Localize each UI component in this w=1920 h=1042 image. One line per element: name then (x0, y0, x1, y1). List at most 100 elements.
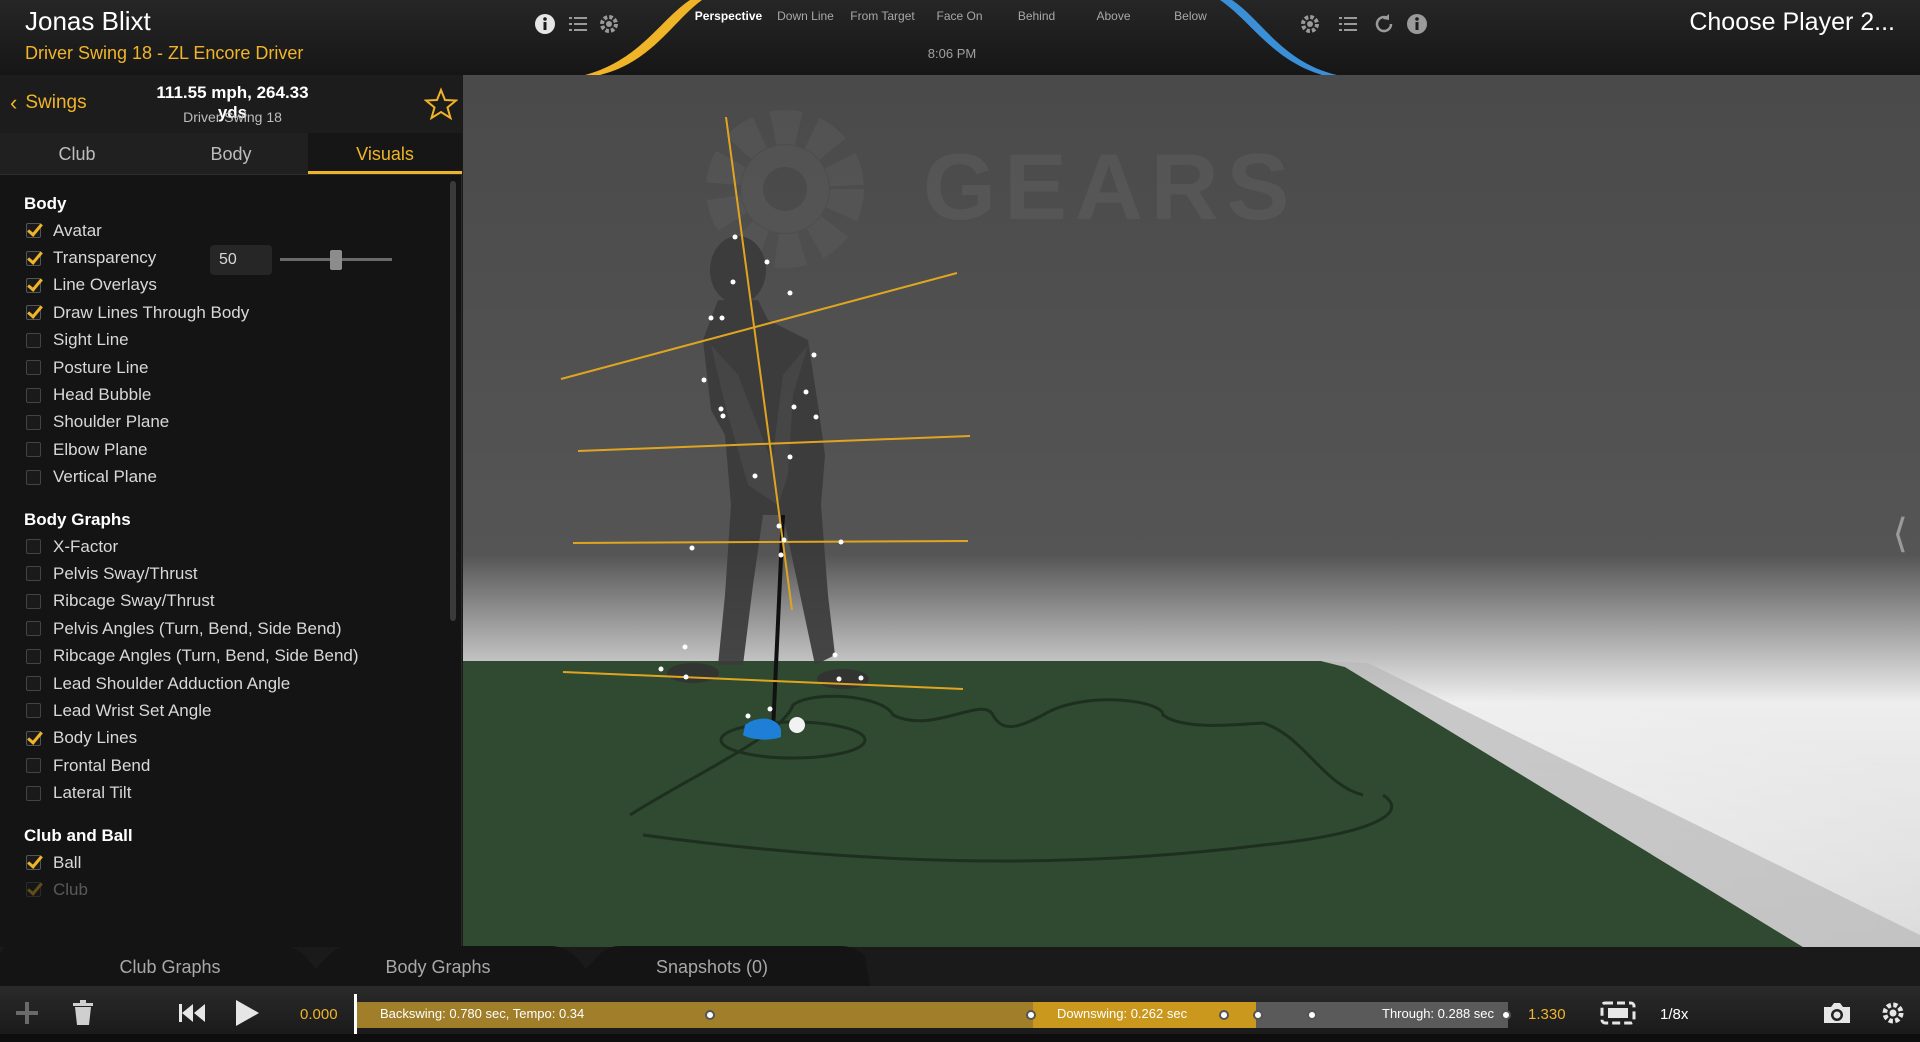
checkbox[interactable] (26, 277, 41, 293)
checkbox[interactable] (26, 442, 41, 458)
trash-icon[interactable] (66, 996, 100, 1030)
option-ribcage-sway-thrust[interactable]: Ribcage Sway/Thrust (0, 588, 450, 615)
option-pelvis-angles-turn-bend-side-bend[interactable]: Pelvis Angles (Turn, Bend, Side Bend) (0, 615, 450, 642)
backswing-segment[interactable]: Backswing: 0.780 sec, Tempo: 0.34 (356, 1002, 1033, 1028)
timeline-marker[interactable] (1253, 1010, 1263, 1020)
info-icon[interactable] (533, 12, 557, 36)
checkbox[interactable] (26, 676, 41, 692)
checkbox[interactable] (26, 387, 41, 403)
option-avatar[interactable]: Avatar (0, 217, 450, 244)
view-tab-perspective[interactable]: Perspective (690, 9, 767, 31)
option-body-lines[interactable]: Body Lines (0, 725, 450, 752)
checkbox[interactable] (26, 855, 41, 870)
option-club[interactable]: Club (0, 876, 450, 903)
bottom-strip (0, 1034, 1920, 1042)
option-label: Lead Wrist Set Angle (53, 700, 212, 720)
swing-scene[interactable]: GEARS (463, 75, 1920, 947)
camera-icon[interactable] (1820, 996, 1854, 1030)
checkbox[interactable] (26, 250, 41, 266)
playback-speed[interactable]: 1/8x (1660, 1006, 1688, 1023)
checkbox[interactable] (26, 223, 41, 239)
timeline-marker[interactable] (1026, 1010, 1036, 1020)
option-shoulder-plane[interactable]: Shoulder Plane (0, 409, 450, 436)
checkbox[interactable] (26, 648, 41, 664)
timeline-marker[interactable] (705, 1010, 715, 1020)
checkbox[interactable] (26, 414, 41, 430)
option-frontal-bend[interactable]: Frontal Bend (0, 752, 450, 779)
playhead[interactable] (354, 994, 357, 1036)
through-segment[interactable]: Through: 0.288 sec (1256, 1002, 1508, 1028)
option-transparency[interactable]: Transparency 50 (0, 244, 450, 276)
view-tab-down-line[interactable]: Down Line (767, 9, 844, 31)
swing-timeline[interactable]: Backswing: 0.780 sec, Tempo: 0.34 Downsw… (354, 994, 1511, 1036)
tab-body[interactable]: Body (154, 133, 308, 174)
option-vertical-plane[interactable]: Vertical Plane (0, 464, 450, 491)
checkbox[interactable] (26, 539, 41, 555)
option-lead-wrist-set-angle[interactable]: Lead Wrist Set Angle (0, 697, 450, 724)
sidebar-scrollbar[interactable] (450, 181, 456, 621)
back-to-swings-button[interactable]: ‹ Swings (10, 92, 87, 114)
checkbox[interactable] (26, 882, 41, 898)
option-posture-line[interactable]: Posture Line (0, 354, 450, 381)
list-icon[interactable] (566, 12, 590, 36)
option-pelvis-sway-thrust[interactable]: Pelvis Sway/Thrust (0, 560, 450, 587)
view-tab-from-target[interactable]: From Target (844, 9, 921, 31)
expand-panel-arrow[interactable]: ⟨ (1892, 511, 1908, 557)
option-head-bubble[interactable]: Head Bubble (0, 381, 450, 408)
timeline-marker[interactable] (1501, 1010, 1511, 1020)
checkbox[interactable] (26, 703, 41, 719)
view-tab-face-on[interactable]: Face On (921, 9, 998, 31)
tab-club[interactable]: Club (0, 133, 154, 174)
gears-app: Jonas Blixt Driver Swing 18 - ZL Encore … (0, 0, 1920, 1042)
option-elbow-plane[interactable]: Elbow Plane (0, 436, 450, 463)
option-ball[interactable]: Ball (0, 849, 450, 876)
checkbox[interactable] (26, 593, 41, 609)
tab-snapshots[interactable]: Snapshots (0) (612, 946, 812, 986)
gear-icon[interactable] (1298, 12, 1322, 36)
tab-club-graphs[interactable]: Club Graphs (70, 946, 270, 986)
checkbox[interactable] (26, 758, 41, 774)
checkbox[interactable] (26, 469, 41, 485)
timeline-marker[interactable] (1307, 1010, 1317, 1020)
gear-icon[interactable] (597, 12, 621, 36)
skip-back-icon[interactable] (175, 996, 209, 1030)
play-icon[interactable] (230, 996, 264, 1030)
list-icon[interactable] (1336, 12, 1360, 36)
transparency-slider-thumb[interactable] (330, 250, 342, 271)
clock: 8:06 PM (927, 46, 977, 61)
option-label: Avatar (53, 220, 102, 240)
view-tab-above[interactable]: Above (1075, 9, 1152, 31)
tab-visuals[interactable]: Visuals (308, 133, 462, 174)
option-x-factor[interactable]: X-Factor (0, 533, 450, 560)
checkbox[interactable] (26, 730, 41, 746)
checkbox[interactable] (26, 332, 41, 348)
timeline-marker[interactable] (1219, 1010, 1229, 1020)
info-icon[interactable] (1405, 12, 1429, 36)
checkbox[interactable] (26, 621, 41, 637)
option-line-overlays[interactable]: Line Overlays (0, 272, 450, 299)
refresh-icon[interactable] (1372, 12, 1396, 36)
option-lateral-tilt[interactable]: Lateral Tilt (0, 779, 450, 806)
option-label: Vertical Plane (53, 467, 157, 487)
option-label: Pelvis Sway/Thrust (53, 563, 198, 583)
option-lead-shoulder-adduction-angle[interactable]: Lead Shoulder Adduction Angle (0, 670, 450, 697)
option-ribcage-angles-turn-bend-side-bend[interactable]: Ribcage Angles (Turn, Bend, Side Bend) (0, 642, 450, 669)
star-icon[interactable] (424, 87, 458, 121)
fullscreen-icon[interactable] (1598, 996, 1638, 1030)
view-tab-behind[interactable]: Behind (998, 9, 1075, 31)
gear-icon[interactable] (1876, 996, 1910, 1030)
tab-body-graphs[interactable]: Body Graphs (338, 946, 538, 986)
option-sight-line[interactable]: Sight Line (0, 327, 450, 354)
checkbox[interactable] (26, 360, 41, 376)
checkbox[interactable] (26, 566, 41, 582)
option-label: Draw Lines Through Body (53, 302, 250, 322)
sidebar: ‹ Swings 111.55 mph, 264.33 yds Driver S… (0, 75, 462, 947)
checkbox[interactable] (26, 305, 41, 321)
choose-player-2[interactable]: Choose Player 2... (1689, 8, 1895, 37)
checkbox[interactable] (26, 785, 41, 801)
3d-viewport[interactable]: GEARS ⟨ (463, 75, 1920, 947)
top-header: Jonas Blixt Driver Swing 18 - ZL Encore … (0, 0, 1920, 75)
add-icon[interactable] (10, 996, 44, 1030)
view-tab-below[interactable]: Below (1152, 9, 1229, 31)
option-draw-lines-through-body[interactable]: Draw Lines Through Body (0, 299, 450, 326)
